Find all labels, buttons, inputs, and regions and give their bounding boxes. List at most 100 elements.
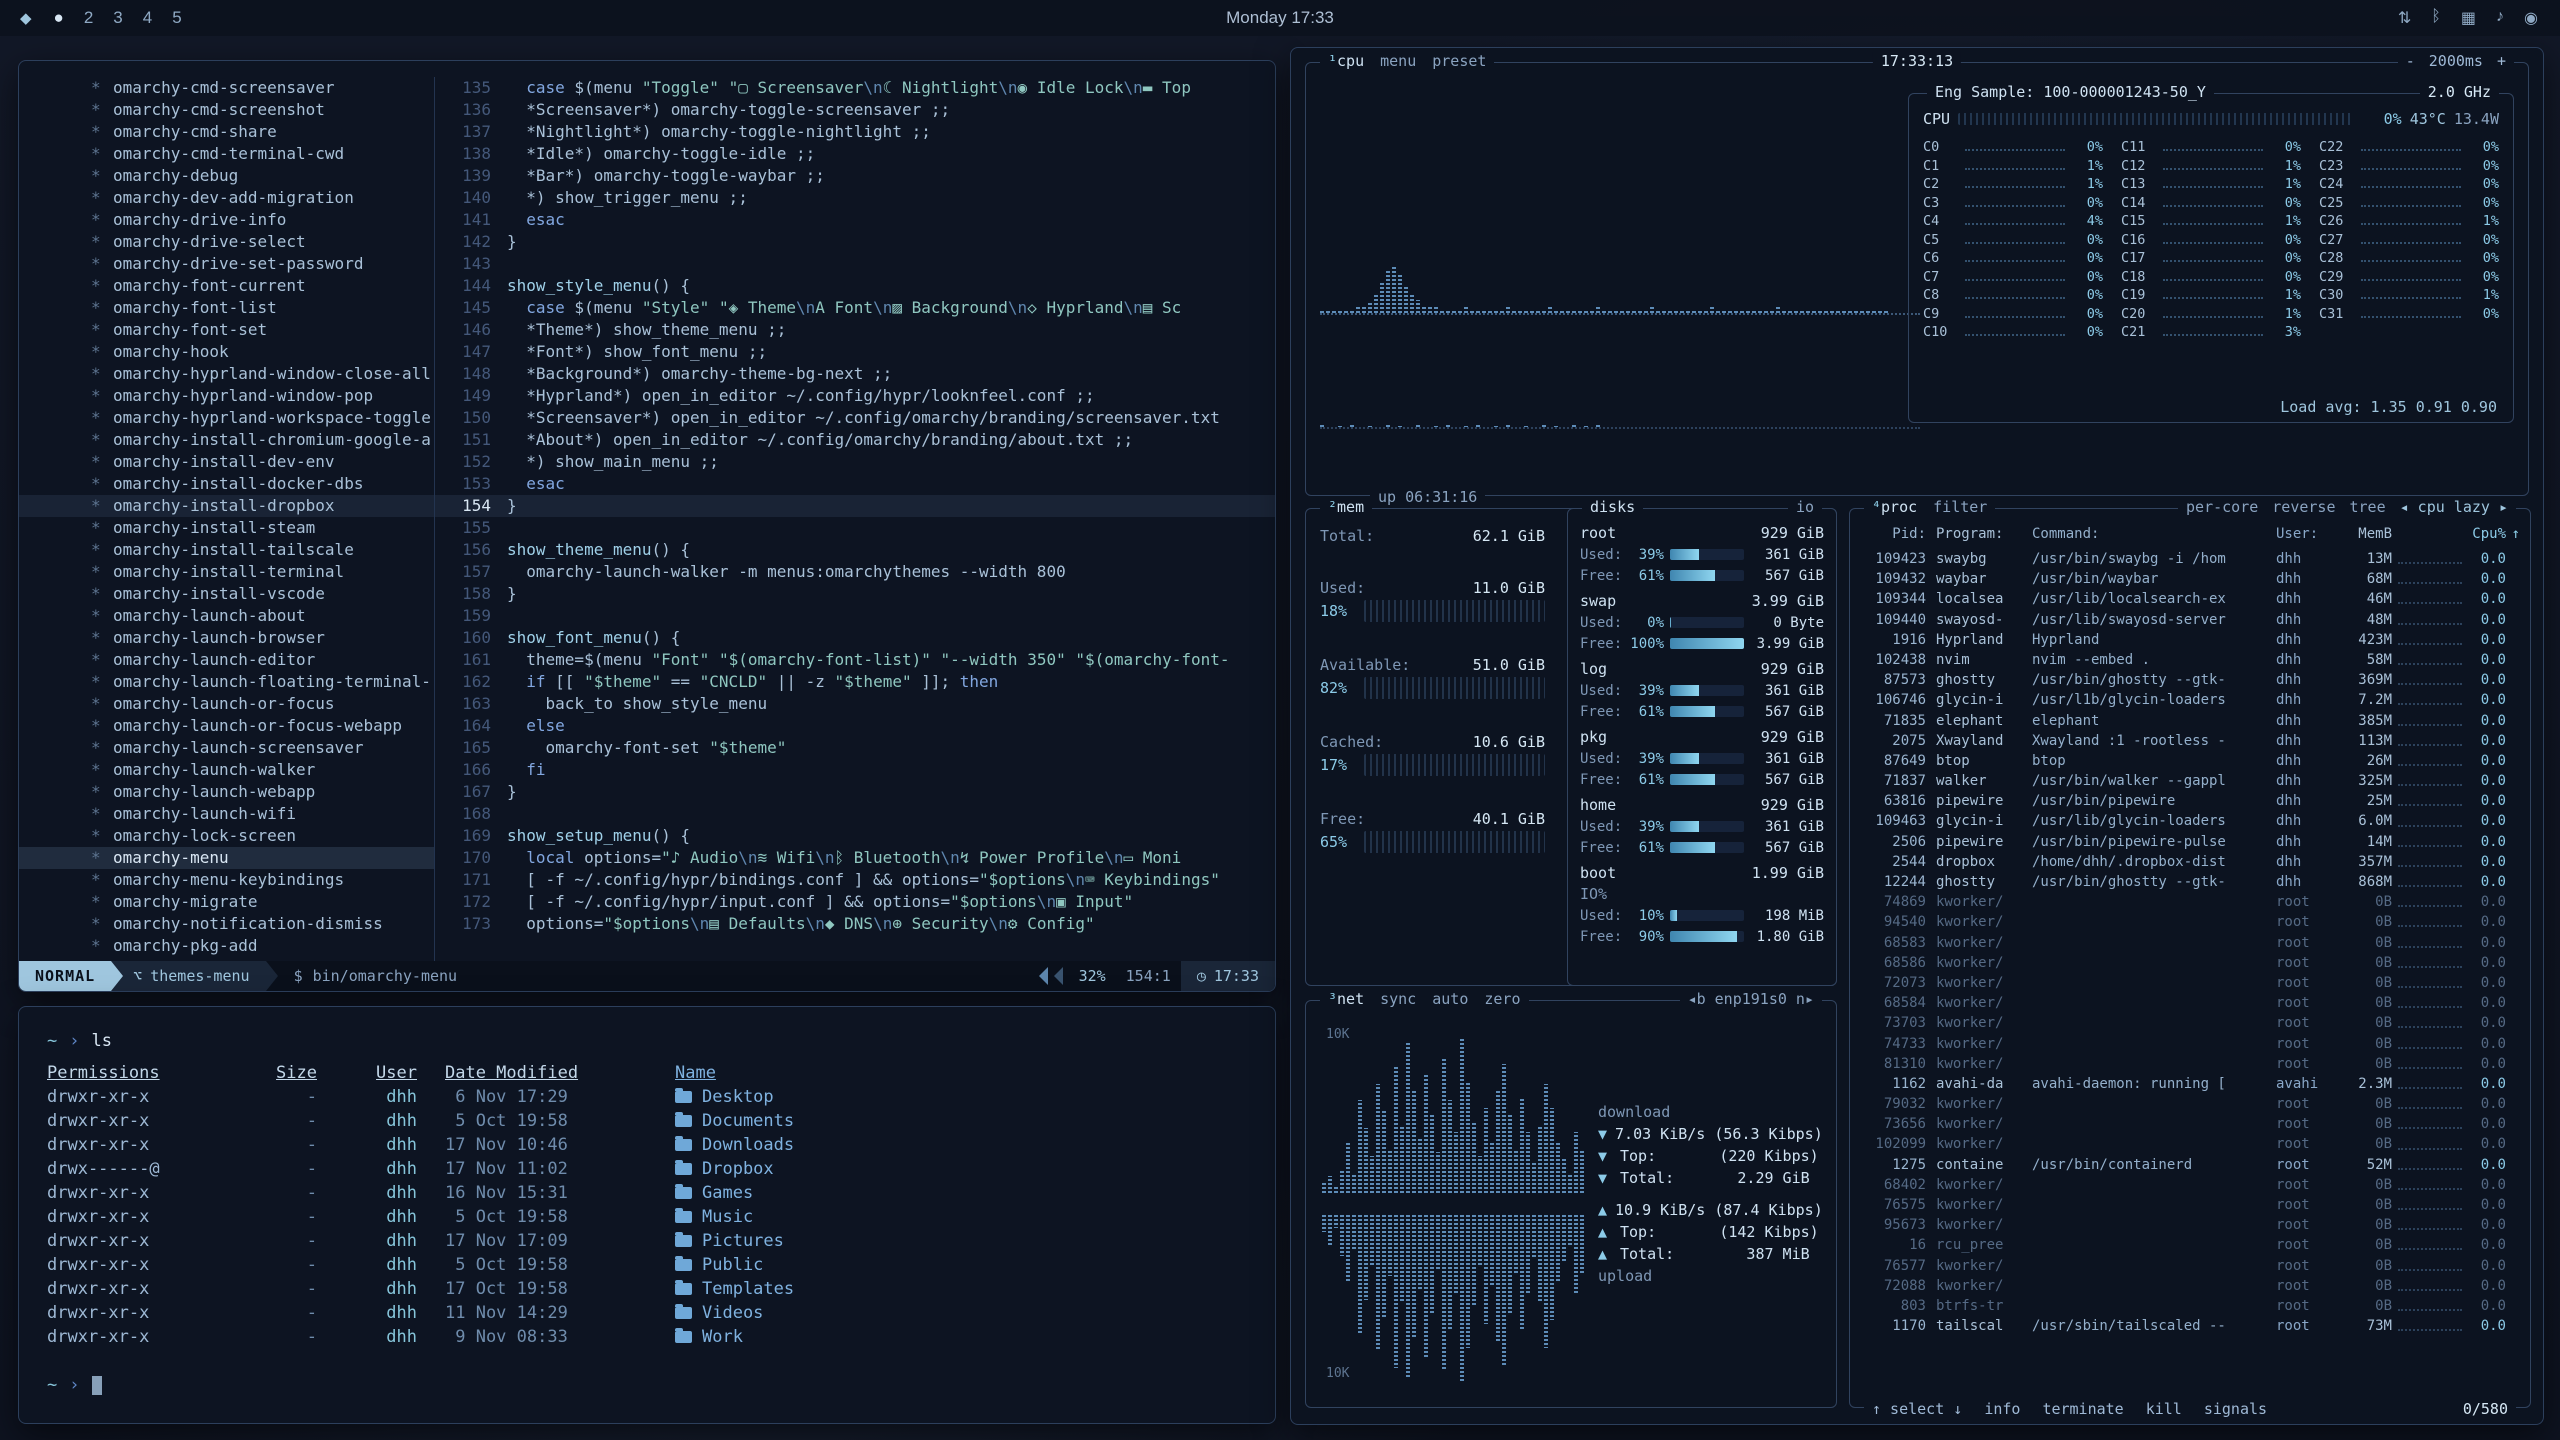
code-line[interactable]: 161 theme=$(menu "Font" "$(omarchy-font-…	[435, 649, 1275, 671]
process-row[interactable]: 74869 kworker/ root 0B 0.0	[1860, 892, 2520, 912]
file-tree-item[interactable]: * omarchy-install-chromium-google-a	[19, 429, 434, 451]
file-tree-item[interactable]: * omarchy-font-current	[19, 275, 434, 297]
filter-button[interactable]: filter	[1933, 498, 1987, 516]
tray-icon[interactable]: ▦	[2461, 8, 2476, 28]
tray-icon[interactable]: ♪	[2496, 8, 2504, 28]
code-line[interactable]: 140 *) show_trigger_menu ;;	[435, 187, 1275, 209]
file-tree-item[interactable]: * omarchy-drive-set-password	[19, 253, 434, 275]
workspace-button[interactable]: 5	[172, 8, 181, 28]
file-tree-item[interactable]: * omarchy-hook	[19, 341, 434, 363]
code-line[interactable]: 145 case $(menu "Style" "◈ Theme\nA Font…	[435, 297, 1275, 319]
tray-icon[interactable]: ᛒ	[2431, 8, 2441, 28]
process-row[interactable]: 87649 btop btop dhh 26M 0.0	[1860, 751, 2520, 771]
code-line[interactable]: 141 esac	[435, 209, 1275, 231]
footer-hint[interactable]: ↑ select ↓	[1872, 1400, 1962, 1418]
reverse-tab[interactable]: reverse	[2272, 498, 2335, 516]
code-line[interactable]: 138 *Idle*) omarchy-toggle-idle ;;	[435, 143, 1275, 165]
cpu-header[interactable]: Cpu%	[2468, 526, 2506, 542]
prompt-line[interactable]: ~ ›	[47, 1373, 1247, 1397]
process-row[interactable]: 81310 kworker/ root 0B 0.0	[1860, 1054, 2520, 1074]
process-row[interactable]: 71837 walker /usr/bin/walker --gappl dhh…	[1860, 771, 2520, 791]
process-row[interactable]: 102099 kworker/ root 0B 0.0	[1860, 1134, 2520, 1154]
mem-header[interactable]: MemB	[2340, 526, 2392, 542]
process-row[interactable]: 68584 kworker/ root 0B 0.0	[1860, 993, 2520, 1013]
tray-icon[interactable]: ◉	[2524, 8, 2538, 28]
process-row[interactable]: 12244 ghostty /usr/bin/ghostty --gtk- dh…	[1860, 872, 2520, 892]
file-tree-item[interactable]: * omarchy-launch-screensaver	[19, 737, 434, 759]
code-line[interactable]: 165 omarchy-font-set "$theme"	[435, 737, 1275, 759]
code-line[interactable]: 160 show_font_menu() {	[435, 627, 1275, 649]
process-row[interactable]: 72088 kworker/ root 0B 0.0	[1860, 1276, 2520, 1296]
footer-hint[interactable]: info	[1984, 1400, 2020, 1418]
code-line[interactable]: 144 show_style_menu() {	[435, 275, 1275, 297]
file-tree-item[interactable]: * omarchy-menu	[19, 847, 434, 869]
file-tree-item[interactable]: * omarchy-install-vscode	[19, 583, 434, 605]
user-header[interactable]: User:	[2276, 526, 2340, 542]
code-line[interactable]: 136 *Screensaver*) omarchy-toggle-screen…	[435, 99, 1275, 121]
file-tree-item[interactable]: * omarchy-install-dropbox	[19, 495, 434, 517]
file-tree-item[interactable]: * omarchy-launch-walker	[19, 759, 434, 781]
file-tree-item[interactable]: * omarchy-install-tailscale	[19, 539, 434, 561]
code-line[interactable]: 154 }	[435, 495, 1275, 517]
process-row[interactable]: 73656 kworker/ root 0B 0.0	[1860, 1114, 2520, 1134]
code-line[interactable]: 156 show_theme_menu() {	[435, 539, 1275, 561]
process-row[interactable]: 109432 waybar /usr/bin/waybar dhh 68M 0.…	[1860, 569, 2520, 589]
process-row[interactable]: 73703 kworker/ root 0B 0.0	[1860, 1013, 2520, 1033]
process-row[interactable]: 16 rcu_pree root 0B 0.0	[1860, 1235, 2520, 1255]
process-row[interactable]: 109344 localsea /usr/lib/localsearch-ex …	[1860, 589, 2520, 609]
code-line[interactable]: 149 *Hyprland*) open_in_editor ~/.config…	[435, 385, 1275, 407]
code-line[interactable]: 166 fi	[435, 759, 1275, 781]
file-tree-item[interactable]: * omarchy-launch-about	[19, 605, 434, 627]
process-row[interactable]: 95673 kworker/ root 0B 0.0	[1860, 1215, 2520, 1235]
per-core-tab[interactable]: per-core	[2186, 498, 2258, 516]
process-row[interactable]: 1162 avahi-da avahi-daemon: running [ av…	[1860, 1074, 2520, 1094]
footer-hint[interactable]: signals	[2204, 1400, 2267, 1418]
workspace-button[interactable]: 2	[84, 8, 93, 28]
process-row[interactable]: 68402 kworker/ root 0B 0.0	[1860, 1175, 2520, 1195]
file-tree-item[interactable]: * omarchy-cmd-terminal-cwd	[19, 143, 434, 165]
code-line[interactable]: 146 *Theme*) show_theme_menu ;;	[435, 319, 1275, 341]
code-line[interactable]: 159	[435, 605, 1275, 627]
process-row[interactable]: 71835 elephant elephant dhh 385M 0.0	[1860, 711, 2520, 731]
file-tree-item[interactable]: * omarchy-launch-or-focus	[19, 693, 434, 715]
process-row[interactable]: 1170 tailscal /usr/sbin/tailscaled -- ro…	[1860, 1316, 2520, 1336]
file-tree-item[interactable]: * omarchy-cmd-screensaver	[19, 77, 434, 99]
process-row[interactable]: 79032 kworker/ root 0B 0.0	[1860, 1094, 2520, 1114]
code-line[interactable]: 158 }	[435, 583, 1275, 605]
io-tab[interactable]: io	[1796, 498, 1814, 516]
process-row[interactable]: 72073 kworker/ root 0B 0.0	[1860, 973, 2520, 993]
process-row[interactable]: 1275 containe /usr/bin/containerd root 5…	[1860, 1155, 2520, 1175]
code-line[interactable]: 173 options="$options\n▤ Defaults\n◆ DNS…	[435, 913, 1275, 935]
process-row[interactable]: 68583 kworker/ root 0B 0.0	[1860, 933, 2520, 953]
code-line[interactable]: 142 }	[435, 231, 1275, 253]
interval-increase-button[interactable]: +	[2497, 52, 2506, 70]
code-line[interactable]: 157 omarchy-launch-walker -m menus:omarc…	[435, 561, 1275, 583]
auto-tab[interactable]: auto	[1432, 990, 1468, 1008]
file-tree-item[interactable]: * omarchy-hyprland-window-close-all	[19, 363, 434, 385]
file-tree-item[interactable]: * omarchy-drive-select	[19, 231, 434, 253]
file-tree-item[interactable]: * omarchy-launch-editor	[19, 649, 434, 671]
zero-tab[interactable]: zero	[1484, 990, 1520, 1008]
interface-selector[interactable]: ◂b enp191s0 n▸	[1688, 990, 1814, 1008]
workspace-button[interactable]: 3	[113, 8, 122, 28]
file-tree-item[interactable]: * omarchy-pkg-add	[19, 935, 434, 957]
code-line[interactable]: 147 *Font*) show_font_menu ;;	[435, 341, 1275, 363]
process-row[interactable]: 87573 ghostty /usr/bin/ghostty --gtk- dh…	[1860, 670, 2520, 690]
sync-tab[interactable]: sync	[1380, 990, 1416, 1008]
code-line[interactable]: 139 *Bar*) omarchy-toggle-waybar ;;	[435, 165, 1275, 187]
file-tree-item[interactable]: * omarchy-hyprland-window-pop	[19, 385, 434, 407]
process-row[interactable]: 109463 glycin-i /usr/lib/glycin-loaders …	[1860, 811, 2520, 831]
footer-hint[interactable]: terminate	[2042, 1400, 2123, 1418]
process-row[interactable]: 102438 nvim nvim --embed . dhh 58M 0.0	[1860, 650, 2520, 670]
preset-button[interactable]: preset	[1432, 52, 1486, 70]
process-row[interactable]: 2506 pipewire /usr/bin/pipewire-pulse dh…	[1860, 832, 2520, 852]
process-row[interactable]: 109440 swayosd- /usr/lib/swayosd-server …	[1860, 610, 2520, 630]
code-line[interactable]: 137 *Nightlight*) omarchy-toggle-nightli…	[435, 121, 1275, 143]
file-tree-item[interactable]: * omarchy-dev-add-migration	[19, 187, 434, 209]
file-tree-item[interactable]: * omarchy-launch-or-focus-webapp	[19, 715, 434, 737]
process-row[interactable]: 68586 kworker/ root 0B 0.0	[1860, 953, 2520, 973]
workspace-button[interactable]: ●	[54, 8, 64, 28]
code-line[interactable]: 171 [ -f ~/.config/hypr/bindings.conf ] …	[435, 869, 1275, 891]
code-line[interactable]: 152 *) show_main_menu ;;	[435, 451, 1275, 473]
code-line[interactable]: 172 [ -f ~/.config/hypr/input.conf ] && …	[435, 891, 1275, 913]
